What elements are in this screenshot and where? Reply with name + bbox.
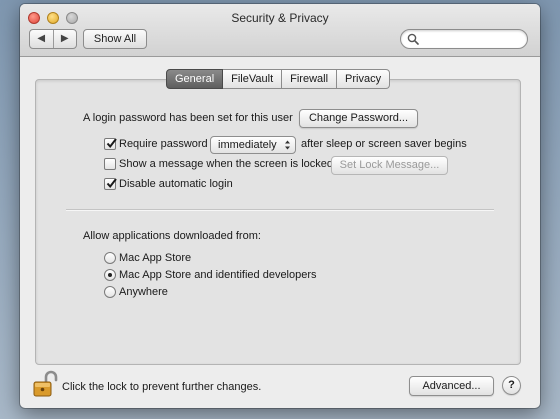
window-title: Security & Privacy [231,11,329,25]
radio-mac-app-store[interactable] [104,252,116,264]
radio-selected-dot [108,273,112,277]
show-all-button[interactable]: Show All [83,29,147,49]
after-sleep-label: after sleep or screen saver begins [301,138,467,150]
tab-general[interactable]: General [166,69,224,89]
require-password-checkbox[interactable] [104,138,117,150]
downloads-heading: Allow applications downloaded from: [83,230,261,242]
search-input[interactable] [421,32,521,46]
require-password-delay-value: immediately [218,139,277,151]
titlebar: Security & Privacy ◀ ▶ Show All [20,4,540,57]
radio-identified-developers[interactable] [104,269,116,281]
lock-instructions: Click the lock to prevent further change… [62,381,262,393]
general-panel: A login password has been set for this u… [35,79,521,365]
radio-mac-app-store-label: Mac App Store [119,252,192,264]
back-arrow-icon[interactable]: ◀ [30,30,53,48]
tab-bar: General FileVault Firewall Privacy [166,69,391,89]
search-field[interactable] [400,29,528,49]
radio-identified-developers-label: Mac App Store and identified developers [119,269,317,281]
advanced-button[interactable]: Advanced... [409,376,494,396]
require-password-delay-popup[interactable]: immediately [210,136,296,154]
checkmark-icon [106,138,117,149]
tab-filevault[interactable]: FileVault [223,69,283,89]
tab-privacy[interactable]: Privacy [337,69,391,89]
security-privacy-window: Security & Privacy ◀ ▶ Show All General … [20,4,540,408]
search-icon [407,33,419,45]
change-password-button[interactable]: Change Password... [299,109,418,128]
disable-auto-login-checkbox[interactable] [104,178,117,190]
nav-back-forward: ◀ ▶ [29,29,77,49]
radio-anywhere-label: Anywhere [119,286,168,298]
help-button[interactable]: ? [502,376,521,395]
unlocked-padlock-icon[interactable] [32,370,58,398]
radio-anywhere[interactable] [104,286,116,298]
disable-auto-login-label: Disable automatic login [119,178,233,190]
require-password-label: Require password [119,138,208,150]
set-lock-message-button[interactable]: Set Lock Message... [331,156,448,175]
section-divider [66,209,494,211]
show-message-label: Show a message when the screen is locked [119,158,334,170]
checkmark-icon [106,178,117,189]
popup-arrows-icon [285,140,290,150]
show-message-checkbox[interactable] [104,158,116,170]
login-password-label: A login password has been set for this u… [83,112,293,124]
tab-firewall[interactable]: Firewall [282,69,338,89]
forward-arrow-icon[interactable]: ▶ [54,30,77,48]
